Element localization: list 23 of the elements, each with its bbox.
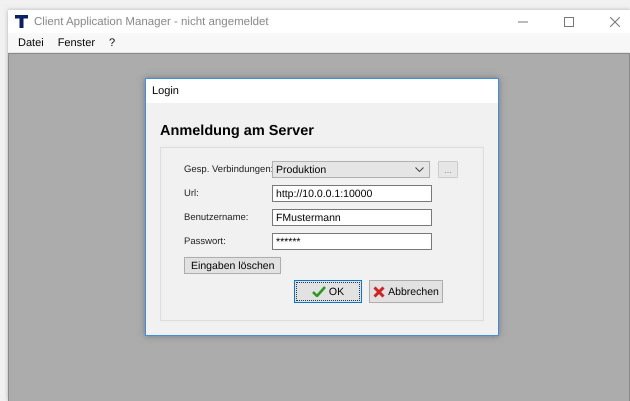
input-field[interactable]: FMustermann <box>272 209 432 226</box>
input-field[interactable]: ****** <box>272 233 432 250</box>
field-label: Gesp. Verbindungen: <box>184 164 272 175</box>
menu-item[interactable]: Fenster <box>58 36 95 48</box>
connection-dropdown[interactable]: Produktion <box>272 161 430 178</box>
clear-button[interactable]: Eingaben löschen <box>184 257 282 274</box>
chevron-down-icon <box>415 167 424 172</box>
menu-item[interactable]: Datei <box>18 36 44 48</box>
app-logo-icon <box>15 15 28 28</box>
dialog-heading: Anmeldung am Server <box>160 123 315 139</box>
cancel-button[interactable]: Abbrechen <box>369 280 443 303</box>
menu-item[interactable]: ? <box>108 36 116 48</box>
maximize-icon[interactable] <box>564 16 574 26</box>
close-icon[interactable] <box>610 16 620 26</box>
checkmark-icon <box>312 286 326 297</box>
field-label: Benutzername: <box>184 212 250 223</box>
field-label: Url: <box>184 188 200 199</box>
window-title: Client Application Manager - nicht angemeldet <box>34 16 269 28</box>
cross-icon <box>373 286 386 298</box>
dialog-title: Login <box>152 85 179 97</box>
input-field[interactable]: http://10.0.0.1:10000 <box>272 185 432 202</box>
field-label: Passwort: <box>184 236 227 247</box>
ok-button[interactable]: OK <box>294 280 362 303</box>
